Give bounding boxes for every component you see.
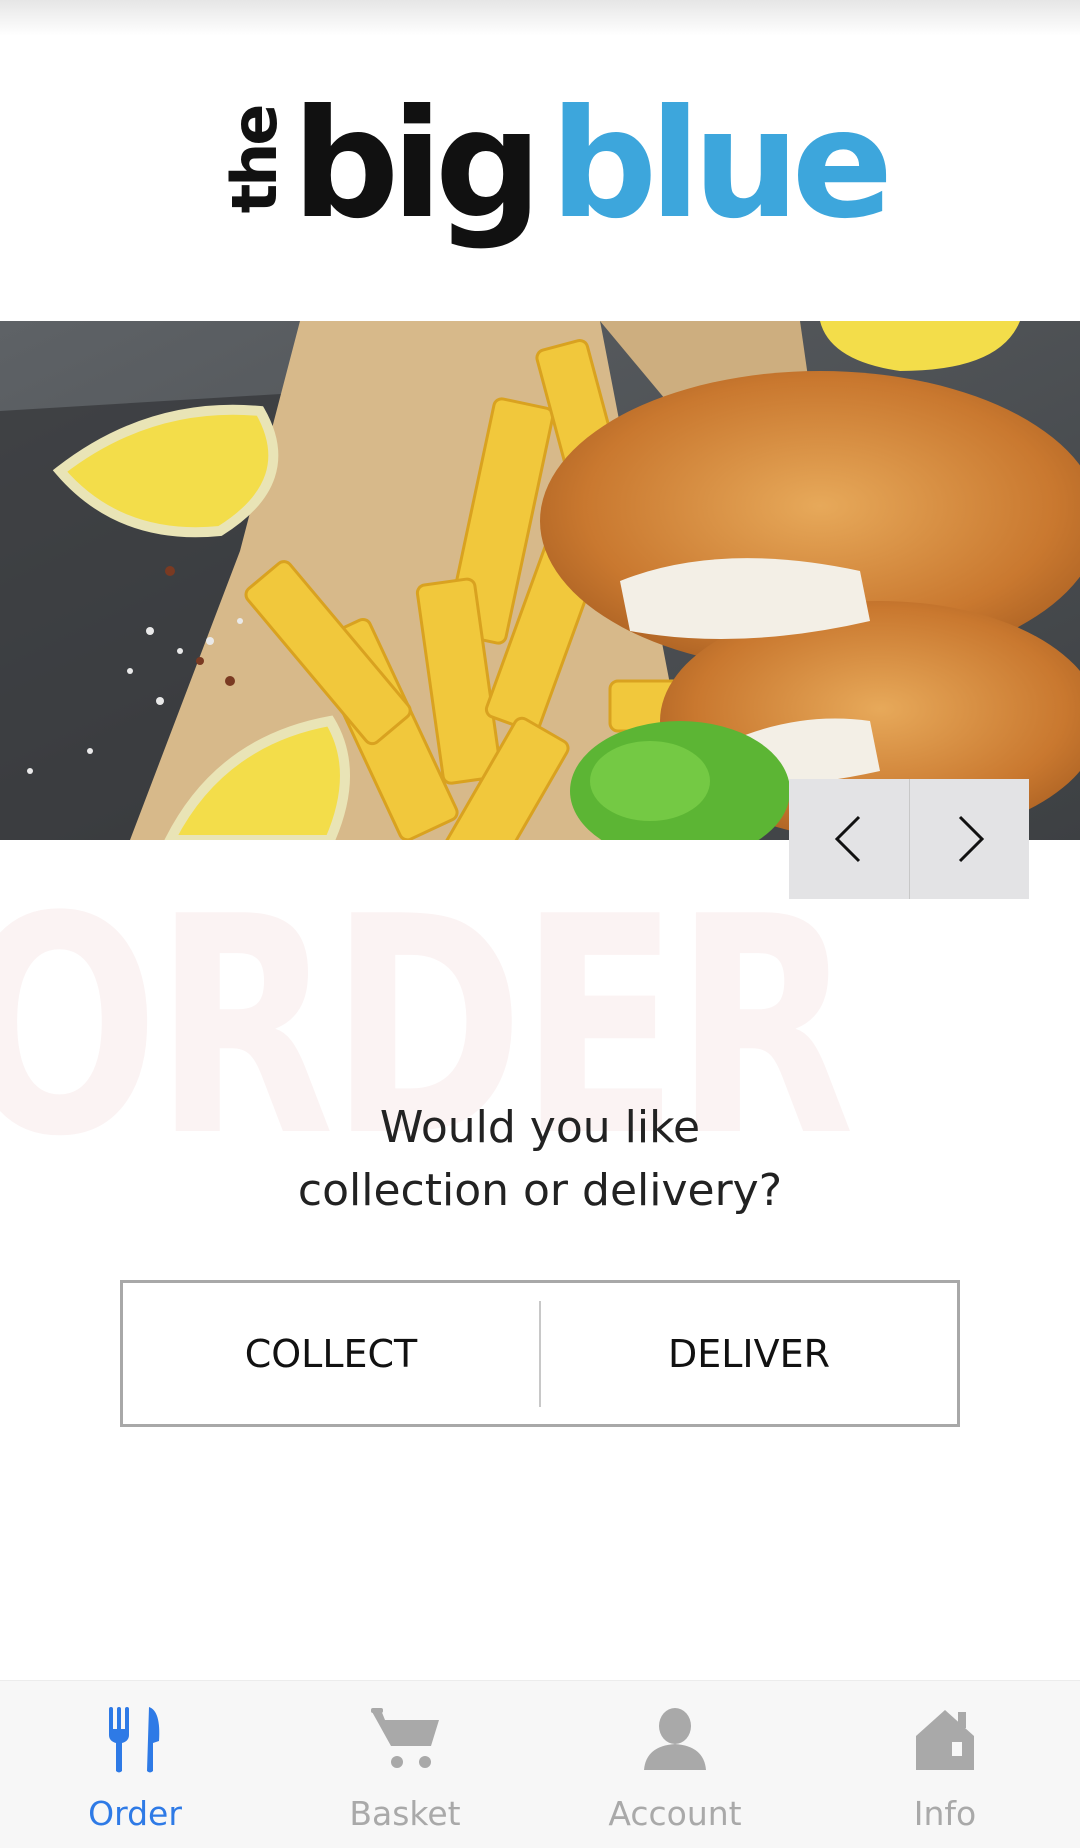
status-bar-edge bbox=[0, 0, 1080, 36]
tab-info-label: Info bbox=[913, 1794, 977, 1833]
carousel-next-button[interactable] bbox=[909, 779, 1029, 899]
brand-logo: the big blue bbox=[200, 80, 900, 260]
tab-basket-label: Basket bbox=[349, 1794, 461, 1833]
tab-account[interactable]: Account bbox=[540, 1681, 810, 1848]
order-type-question: Would you like collection or delivery? bbox=[200, 1096, 880, 1222]
logo-big-text: big bbox=[292, 78, 542, 252]
bottom-tab-bar: Order Basket Account Info bbox=[0, 1680, 1080, 1848]
tab-info[interactable]: Info bbox=[810, 1681, 1080, 1848]
deliver-button[interactable]: DELIVER bbox=[541, 1283, 957, 1424]
order-type-selector: COLLECT DELIVER bbox=[120, 1280, 960, 1427]
chevron-right-icon bbox=[958, 815, 984, 863]
logo-the-text: the bbox=[218, 106, 291, 214]
cart-icon bbox=[371, 1708, 439, 1768]
tab-order[interactable]: Order bbox=[0, 1681, 270, 1848]
tab-order-label: Order bbox=[88, 1794, 182, 1833]
question-line-1: Would you like bbox=[379, 1102, 701, 1153]
fork-knife-icon bbox=[109, 1707, 160, 1773]
house-icon bbox=[916, 1710, 974, 1770]
hero-image-fish-and-chips bbox=[0, 321, 1080, 840]
logo-blue-text: blue bbox=[550, 78, 893, 252]
tab-basket[interactable]: Basket bbox=[270, 1681, 540, 1848]
question-line-2: collection or delivery? bbox=[297, 1165, 783, 1216]
tab-account-label: Account bbox=[608, 1794, 742, 1833]
person-icon bbox=[644, 1708, 706, 1770]
collect-button[interactable]: COLLECT bbox=[123, 1283, 539, 1424]
